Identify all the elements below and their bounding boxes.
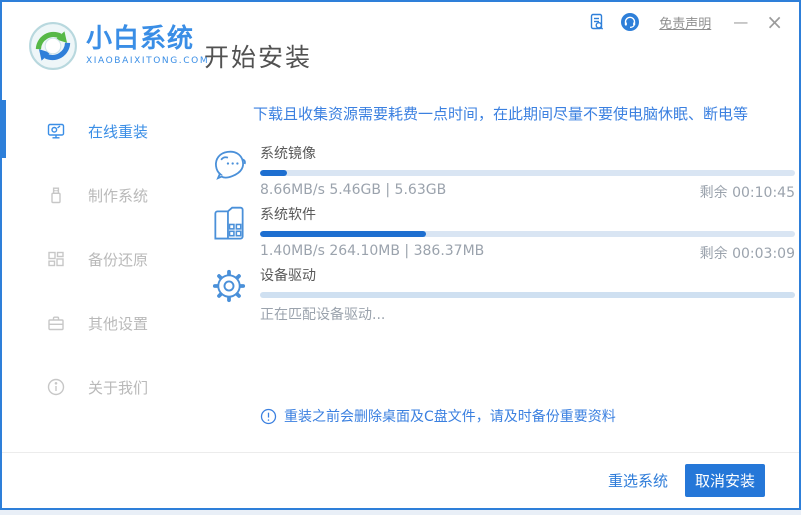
brand-name: 小白系统	[86, 24, 195, 54]
task-name: 系统软件	[260, 207, 316, 223]
info-icon	[46, 377, 66, 397]
app-window: 小白系统 XIAOBAIXITONG.COM 开始安装 免责声明 — × 在线重…	[0, 0, 801, 510]
sidebar-item-label: 关于我们	[88, 378, 149, 397]
reselect-system-button[interactable]: 重选系统	[608, 470, 668, 491]
active-indicator	[2, 100, 6, 158]
titlebar-controls: 免责声明 — ×	[587, 10, 785, 34]
progress-fill	[260, 170, 287, 176]
sidebar-item-online-reinstall[interactable]: 在线重装	[2, 99, 202, 163]
task-system-software: 系统软件 1.40MB/s 264.10MB | 386.37MB 剩余 00:…	[206, 202, 795, 263]
nav-menu: 在线重装 制作系统 备份还原 其他设置 关于我们	[2, 99, 202, 419]
disclaimer-link[interactable]: 免责声明	[659, 13, 711, 32]
main-content: 下载且收集资源需要耗费一点时间，在此期间尽量不要使电脑休眠、断电等 系统镜像 8…	[202, 88, 799, 452]
folder-grid-icon	[206, 202, 260, 263]
customer-service-icon[interactable]	[620, 12, 640, 32]
body: 在线重装 制作系统 备份还原 其他设置 关于我们 下载且收集资源需要耗费一点时间…	[2, 88, 799, 452]
minimize-button[interactable]: —	[730, 13, 751, 31]
sidebar-item-label: 在线重装	[88, 122, 149, 141]
brand-domain: XIAOBAIXITONG.COM	[86, 55, 210, 66]
task-name: 系统镜像	[260, 146, 316, 162]
xiaobai-logo-icon	[29, 22, 77, 70]
progress-fill	[260, 231, 426, 237]
task-status: 正在匹配设备驱动...	[260, 307, 386, 323]
alert-circle-icon	[260, 408, 277, 424]
cancel-install-button[interactable]: 取消安装	[685, 464, 765, 497]
sidebar-item-label: 其他设置	[88, 314, 149, 333]
task-remaining: 剩余 00:03:09	[699, 246, 795, 262]
task-device-driver: 设备驱动 正在匹配设备驱动...	[206, 263, 795, 324]
progress-bar	[260, 170, 795, 176]
close-button[interactable]: ×	[764, 12, 785, 32]
backup-warning: 重装之前会删除桌面及C盘文件，请及时备份重要资料	[206, 406, 795, 426]
sidebar-item-label: 制作系统	[88, 186, 149, 205]
task-name: 设备驱动	[260, 268, 316, 284]
footer: 重选系统 取消安装	[2, 452, 799, 508]
sidebar-item-label: 备份还原	[88, 250, 149, 269]
sidebar-item-backup-restore[interactable]: 备份还原	[2, 227, 202, 291]
page-title: 开始安装	[204, 43, 313, 72]
brand-text: 小白系统 XIAOBAIXITONG.COM	[86, 25, 209, 66]
usb-icon	[46, 185, 66, 205]
sidebar-item-other-settings[interactable]: 其他设置	[2, 291, 202, 355]
sidebar-item-about-us[interactable]: 关于我们	[2, 355, 202, 419]
mascot-face-icon	[206, 141, 260, 202]
progress-bar	[260, 231, 795, 237]
progress-bar	[260, 292, 795, 298]
sidebar: 在线重装 制作系统 备份还原 其他设置 关于我们	[2, 88, 202, 452]
blocks-icon	[46, 249, 66, 269]
gear-icon	[206, 263, 260, 324]
task-list: 系统镜像 8.66MB/s 5.46GB | 5.63GB 剩余 00:10:4…	[206, 141, 795, 324]
backup-warning-text: 重装之前会删除桌面及C盘文件，请及时备份重要资料	[284, 409, 616, 425]
sidebar-item-make-system[interactable]: 制作系统	[2, 163, 202, 227]
task-remaining: 剩余 00:10:45	[699, 185, 795, 201]
disclaimer-doc-icon[interactable]	[587, 12, 607, 32]
monitor-icon	[46, 121, 66, 141]
task-speed: 8.66MB/s 5.46GB | 5.63GB	[260, 182, 447, 198]
briefcase-icon	[46, 313, 66, 333]
task-speed: 1.40MB/s 264.10MB | 386.37MB	[260, 243, 485, 259]
download-notice: 下载且收集资源需要耗费一点时间，在此期间尽量不要使电脑休眠、断电等	[252, 105, 748, 123]
header: 小白系统 XIAOBAIXITONG.COM 开始安装 免责声明 — ×	[2, 2, 799, 88]
task-system-image: 系统镜像 8.66MB/s 5.46GB | 5.63GB 剩余 00:10:4…	[206, 141, 795, 202]
